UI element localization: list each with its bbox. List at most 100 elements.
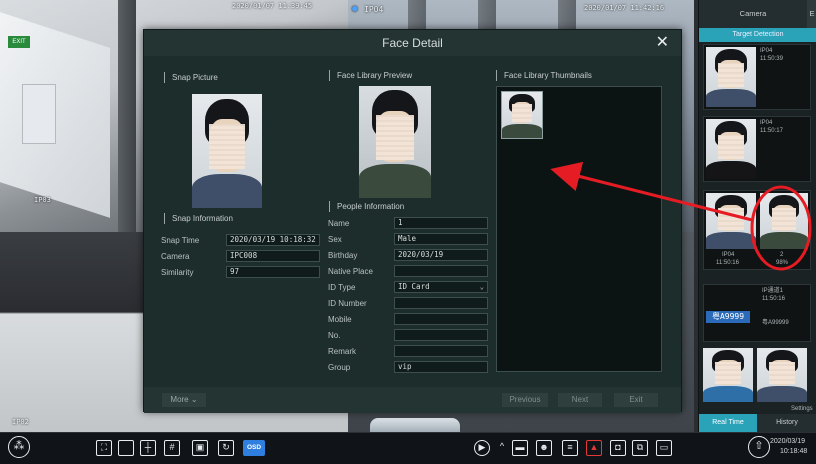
people-info-label: Sex [328, 235, 342, 244]
detection-face [703, 348, 753, 402]
cam3-name: IP02 [12, 418, 29, 426]
next-button[interactable]: Next [558, 393, 602, 407]
detection-face [706, 193, 756, 249]
plate-camera: IP通道1 [762, 288, 784, 294]
previous-button[interactable]: Previous [502, 393, 548, 407]
people-info-field[interactable] [394, 345, 488, 357]
settings-link[interactable]: Settings [791, 405, 813, 413]
people-info-label: ID Number [328, 299, 367, 308]
playback-icon[interactable]: ▶ [474, 440, 490, 456]
cam2-name: IP04 [364, 5, 384, 14]
alarm-icon[interactable]: ▲ [586, 440, 602, 456]
people-info-label: No. [328, 331, 341, 340]
people-info-label: Birthday [328, 251, 358, 260]
matched-face [760, 193, 808, 249]
people-info-value: 2020/03/19 [398, 250, 444, 259]
snap-info-label: Camera [161, 252, 190, 261]
osd-button[interactable]: OSD [243, 440, 265, 456]
exit-sign: EXIT [8, 36, 30, 48]
door [22, 84, 56, 144]
library-thumbnail[interactable] [501, 91, 543, 139]
chevron-down-icon: ⌄ [479, 283, 484, 291]
people-info-label: Mobile [328, 315, 352, 324]
detection-face [757, 348, 807, 402]
layout-9-icon[interactable]: # [164, 440, 180, 456]
library-thumbnails-title: Face Library Thumbnails [496, 70, 592, 81]
people-info-field[interactable] [394, 313, 488, 325]
exit-button[interactable]: Exit [614, 393, 658, 407]
cam2-record-dot: ● [352, 4, 358, 14]
detection-row[interactable] [703, 348, 811, 404]
detection-time: 11:50:17 [760, 128, 783, 134]
network-icon[interactable]: ⧉ [632, 440, 648, 456]
sequence-icon[interactable]: ↻ [218, 440, 234, 456]
tab-history[interactable]: History [757, 414, 816, 432]
snap-info-label: Snap Time [161, 236, 200, 245]
people-information-title: People Information [329, 201, 404, 212]
people-info-label: Name [328, 219, 350, 228]
people-info-value: ID Card [398, 282, 430, 291]
snap-info-value: 2020/03/19 10:18:32 [226, 234, 320, 246]
match-name: 2 [780, 252, 784, 258]
target-detection-header[interactable]: Target Detection [699, 28, 816, 42]
people-info-field[interactable]: 1 [394, 217, 488, 229]
people-info-label: Native Place [328, 267, 373, 276]
people-info-field[interactable]: Male [394, 233, 488, 245]
start-menu-icon[interactable]: ⁂ [8, 436, 30, 458]
disk-icon[interactable]: ◘ [610, 440, 626, 456]
detection-camera: IP04 [760, 48, 773, 54]
chevron-up-icon[interactable]: ^ [494, 440, 510, 456]
layout-4-icon[interactable]: ┼ [140, 440, 156, 456]
face-recognition-icon[interactable]: ☻ [536, 440, 552, 456]
tab-real-time[interactable]: Real Time [699, 414, 757, 432]
monitor-icon[interactable]: ▭ [656, 440, 672, 456]
people-info-field[interactable] [394, 297, 488, 309]
detection-time: 11:50:16 [716, 260, 739, 266]
detection-face [706, 119, 756, 179]
detection-camera: IP04 [760, 120, 773, 126]
layout-1-icon[interactable] [118, 440, 134, 456]
clock-date: 2020/03/19 [770, 438, 806, 445]
detection-face [706, 47, 756, 107]
detection-card[interactable]: IP04 11:50:39 [703, 44, 811, 110]
snap-information-title: Snap Information [164, 213, 233, 224]
system-clock: 2020/03/19 10:18:48 [770, 437, 807, 457]
tab-camera[interactable]: Camera [699, 0, 807, 28]
detection-card-compare[interactable]: IP04 11:50:16 2 98% [703, 190, 811, 270]
detection-card[interactable]: IP04 11:50:17 [703, 116, 811, 182]
plate-time: 11:50:16 [762, 296, 785, 302]
layout-custom-icon[interactable]: ▣ [192, 440, 208, 456]
snap-info-value: IPC008 [226, 250, 320, 262]
people-info-field[interactable]: vip [394, 361, 488, 373]
people-info-value: vip [398, 362, 412, 371]
snap-picture-title: Snap Picture [164, 72, 218, 83]
vehicle-icon[interactable]: ▬ [512, 440, 528, 456]
plate-number: 粤A99999 [762, 320, 789, 326]
side-panel: Camera E Target Detection IP04 11:50:39 … [698, 0, 816, 432]
plate-card[interactable]: 粤A9999 IP通道1 11:50:16 粤A99999 [703, 284, 811, 342]
more-label: More [170, 395, 189, 404]
event-list-icon[interactable]: ≡ [562, 440, 578, 456]
detection-time: 11:50:39 [760, 56, 783, 62]
snap-info-label: Similarity [161, 268, 194, 277]
fullscreen-icon[interactable]: ⛶ [96, 440, 112, 456]
people-info-value: 1 [398, 218, 403, 227]
people-info-field[interactable]: 2020/03/19 [394, 249, 488, 261]
dialog-title: Face Detail [144, 30, 681, 56]
people-info-value: Male [398, 234, 417, 243]
close-icon[interactable]: ✕ [656, 34, 669, 52]
cam1-name: IP03 [34, 196, 51, 204]
match-similarity: 98% [776, 260, 789, 266]
snap-picture [192, 94, 262, 208]
people-info-field[interactable] [394, 265, 488, 277]
nvr-live-view: EXIT 2020/01/07 11:39:45 IP03 ● IP04 202… [0, 0, 816, 464]
people-info-label: ID Type [328, 283, 356, 292]
people-info-label: Group [328, 363, 351, 372]
people-info-field[interactable]: ID Card ⌄ [394, 281, 488, 293]
snap-info-value: 97 [226, 266, 320, 278]
cloud-upload-icon[interactable]: ⇧ [748, 436, 770, 458]
more-dropdown[interactable]: More ⌄ [162, 393, 206, 407]
people-info-field[interactable] [394, 329, 488, 341]
tab-more[interactable]: E [807, 0, 816, 28]
face-detail-dialog: Face Detail ✕ Snap Picture Face Library … [143, 29, 682, 413]
